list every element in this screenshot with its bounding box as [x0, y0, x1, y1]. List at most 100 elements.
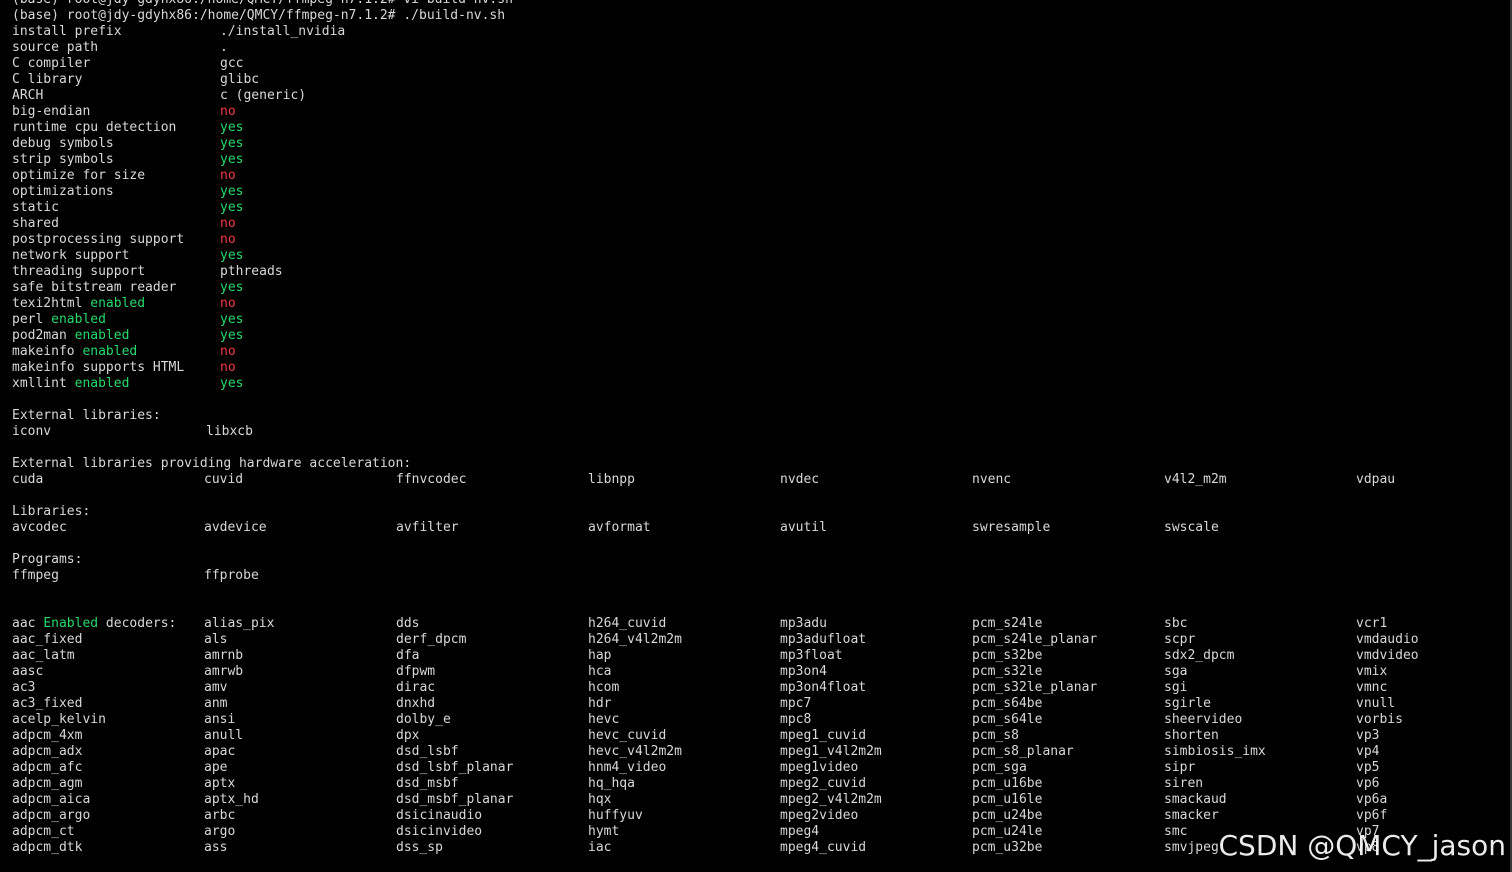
- hw-library-item: v4l2_m2m: [1164, 472, 1227, 487]
- config-key-enabled: enabled: [74, 376, 130, 391]
- decoder-item: pcm_s64be: [972, 696, 1043, 711]
- decoder-item: anm: [204, 696, 228, 711]
- config-key-enabled: enabled: [51, 312, 106, 327]
- external-library-item: iconv: [12, 424, 52, 439]
- libraries-heading: Libraries:: [12, 504, 91, 519]
- program-item: ffmpeg: [12, 568, 59, 583]
- config-key: C library: [12, 72, 83, 87]
- config-value: c (generic): [220, 88, 307, 103]
- decoder-item: ape: [204, 760, 228, 775]
- config-line: postprocessing support no: [0, 232, 600, 248]
- config-key-text: makeinfo: [12, 344, 75, 359]
- config-value: no: [220, 216, 236, 231]
- config-line: strip symbols yes: [0, 152, 600, 168]
- decoder-item: smackaud: [1164, 792, 1227, 807]
- hw-library-item: nvenc: [972, 472, 1012, 487]
- decoder-item: smvjpeg: [1164, 840, 1219, 855]
- decoder-item: mpeg4: [780, 824, 820, 839]
- decoder-item: pcm_s32be: [972, 648, 1043, 663]
- config-line: install prefix ./install_nvidia: [0, 24, 600, 40]
- config-value: yes: [220, 184, 244, 199]
- library-item: avfilter: [396, 520, 459, 535]
- config-value: glibc: [220, 72, 260, 87]
- decoder-item: adpcm_aica: [12, 792, 91, 807]
- config-key-text: pod2man: [12, 328, 67, 343]
- decoder-item: ac3: [12, 680, 36, 695]
- config-key-enabled: enabled: [74, 328, 130, 343]
- config-key: ARCH: [12, 88, 44, 103]
- terminal-window[interactable]: (base) root@jdy-gdyhx86:/home/QMCY/ffmpe…: [0, 0, 1512, 872]
- decoder-item: simbiosis_imx: [1164, 744, 1266, 759]
- decoder-item: sheervideo: [1164, 712, 1243, 727]
- decoder-item: adpcm_dtk: [12, 840, 83, 855]
- decoder-item: dfpwm: [396, 664, 436, 679]
- config-value: ./install_nvidia: [220, 24, 346, 39]
- decoder-item: pcm_u16be: [972, 776, 1043, 791]
- decoder-item: hdr: [588, 696, 612, 711]
- decoder-item: vmdaudio: [1356, 632, 1419, 647]
- decoder-item: adpcm_ct: [12, 824, 75, 839]
- config-value: yes: [220, 376, 244, 391]
- decoder-item: hnm4_video: [588, 760, 667, 775]
- prompt-line-previous: (base) root@jdy-gdyhx86:/home/QMCY/ffmpe…: [12, 0, 513, 8]
- decoder-item: scpr: [1164, 632, 1196, 647]
- decoder-item: iac: [588, 840, 612, 855]
- config-line: makeinfo supports HTML no: [0, 360, 600, 376]
- config-line: runtime cpu detection yes: [0, 120, 600, 136]
- config-line: safe bitstream reader yes: [0, 280, 600, 296]
- config-line: source path.: [0, 40, 600, 56]
- decoder-item: smacker: [1164, 808, 1219, 823]
- config-line: optimize for size no: [0, 168, 600, 184]
- config-line: ARCH c (generic): [0, 88, 600, 104]
- decoder-item: adpcm_4xm: [12, 728, 83, 743]
- decoder-item: dsicinvideo: [396, 824, 483, 839]
- external-library-item: libxcb: [206, 424, 253, 439]
- library-item: avcodec: [12, 520, 67, 535]
- config-key: makeinfo supports HTML: [12, 360, 185, 375]
- decoder-item: hevc_cuvid: [588, 728, 667, 743]
- decoder-item: vnull: [1356, 696, 1396, 711]
- config-value: no: [220, 344, 236, 359]
- config-line: shared no: [0, 216, 600, 232]
- config-value: yes: [220, 248, 244, 263]
- decoder-item: mpeg2_cuvid: [780, 776, 867, 791]
- decoder-item: dss_sp: [396, 840, 443, 855]
- decoders-heading-enabled: Enabled: [43, 616, 99, 631]
- config-value: yes: [220, 152, 244, 167]
- decoder-item: vp6a: [1356, 792, 1388, 807]
- config-line: makeinfo enabled no: [0, 344, 600, 360]
- config-value: gcc: [220, 56, 244, 71]
- decoder-item: hap: [588, 648, 612, 663]
- config-value: .: [220, 40, 228, 55]
- config-value: yes: [220, 200, 244, 215]
- decoder-item: vorbis: [1356, 712, 1403, 727]
- library-item: avutil: [780, 520, 827, 535]
- decoder-item: pcm_u16le: [972, 792, 1043, 807]
- decoder-item: pcm_u24le: [972, 824, 1043, 839]
- decoder-item: derf_dpcm: [396, 632, 467, 647]
- config-value: no: [220, 168, 236, 183]
- decoder-item: ac3_fixed: [12, 696, 83, 711]
- decoder-item: anull: [204, 728, 244, 743]
- decoder-item: als: [204, 632, 228, 647]
- config-key: network support: [12, 248, 130, 263]
- config-value: no: [220, 232, 236, 247]
- config-line: big-endian no: [0, 104, 600, 120]
- hw-library-item: libnpp: [588, 472, 635, 487]
- decoder-item: pcm_s8_planar: [972, 744, 1074, 759]
- decoder-item: pcm_s32le_planar: [972, 680, 1098, 695]
- decoder-item: mpeg1_cuvid: [780, 728, 867, 743]
- config-key-text: perl: [12, 312, 44, 327]
- decoder-item: dnxhd: [396, 696, 436, 711]
- decoder-item: aptx_hd: [204, 792, 259, 807]
- config-key-text: texi2html: [12, 296, 83, 311]
- decoders-heading-rest: decoders:: [98, 616, 177, 631]
- hw-library-item: nvdec: [780, 472, 820, 487]
- config-key: optimize for size: [12, 168, 146, 183]
- config-key: safe bitstream reader: [12, 280, 177, 295]
- config-value: no: [220, 296, 236, 311]
- library-item: avformat: [588, 520, 651, 535]
- decoder-item: mpeg2video: [780, 808, 859, 823]
- decoder-item: adpcm_argo: [12, 808, 91, 823]
- decoder-item: adpcm_agm: [12, 776, 83, 791]
